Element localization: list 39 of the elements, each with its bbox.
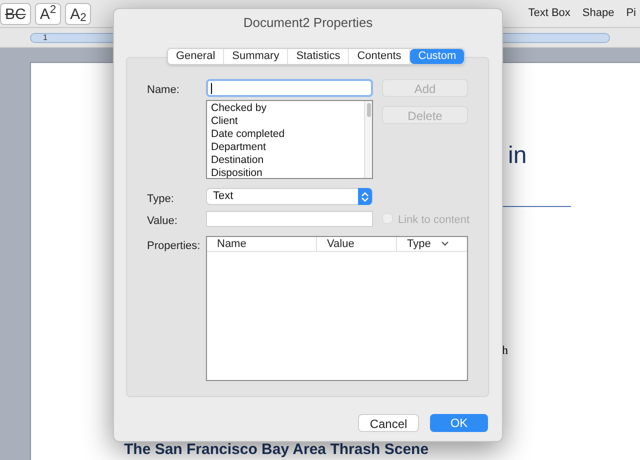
list-item[interactable]: Date completed [211, 128, 364, 141]
list-item[interactable]: Checked by [211, 102, 364, 115]
field-label: Name: [147, 83, 180, 98]
tab[interactable]: General [168, 49, 224, 64]
format-button[interactable]: BC [0, 2, 31, 24]
dialog-title: Document2 Properties [242, 14, 374, 32]
field-label: Value: [147, 214, 178, 229]
type-dropdown[interactable]: Text [206, 188, 373, 205]
ribbon-button[interactable]: Shape [578, 5, 618, 22]
name-list[interactable]: Checked by Client Date completed Department Destination Disposition [206, 100, 373, 179]
format-button[interactable]: A$^{2}$ [34, 2, 62, 24]
column-header[interactable]: Type [397, 237, 459, 251]
list-item[interactable]: Department [211, 141, 364, 154]
ribbon-button[interactable]: Text Box [524, 5, 574, 22]
field-label: Type: [147, 192, 174, 207]
ribbon-button[interactable]: Pi [622, 5, 640, 22]
stepper-icon [358, 188, 372, 205]
checkbox-label: Link to content [398, 213, 470, 228]
column-header[interactable]: Name [207, 237, 317, 251]
format-button[interactable]: A$_{2}$ [65, 2, 92, 24]
heading-text: in [508, 141, 527, 171]
chevron-icon [441, 241, 449, 247]
list-item[interactable]: Client [211, 115, 364, 128]
list-item[interactable]: Destination [211, 154, 364, 167]
field-label: Properties: [147, 239, 200, 254]
properties-table[interactable]: Name Value Type [206, 236, 468, 381]
list-item[interactable]: Disposition [211, 167, 364, 180]
scroll-thumb[interactable] [366, 103, 370, 117]
ruler-number: 1 [43, 34, 48, 42]
body-text: h [502, 342, 508, 359]
tab[interactable]: Summary [224, 49, 288, 64]
dialog-button[interactable]: Cancel [358, 414, 419, 432]
text-cursor [211, 82, 212, 94]
name-field[interactable] [206, 79, 373, 97]
tab[interactable]: Statistics [288, 49, 350, 64]
column-header[interactable]: Value [317, 237, 397, 251]
value-field[interactable] [206, 211, 373, 227]
heading-rule [500, 206, 571, 207]
subheading-text: The San Francisco Bay Area Thrash Scene [124, 442, 429, 457]
